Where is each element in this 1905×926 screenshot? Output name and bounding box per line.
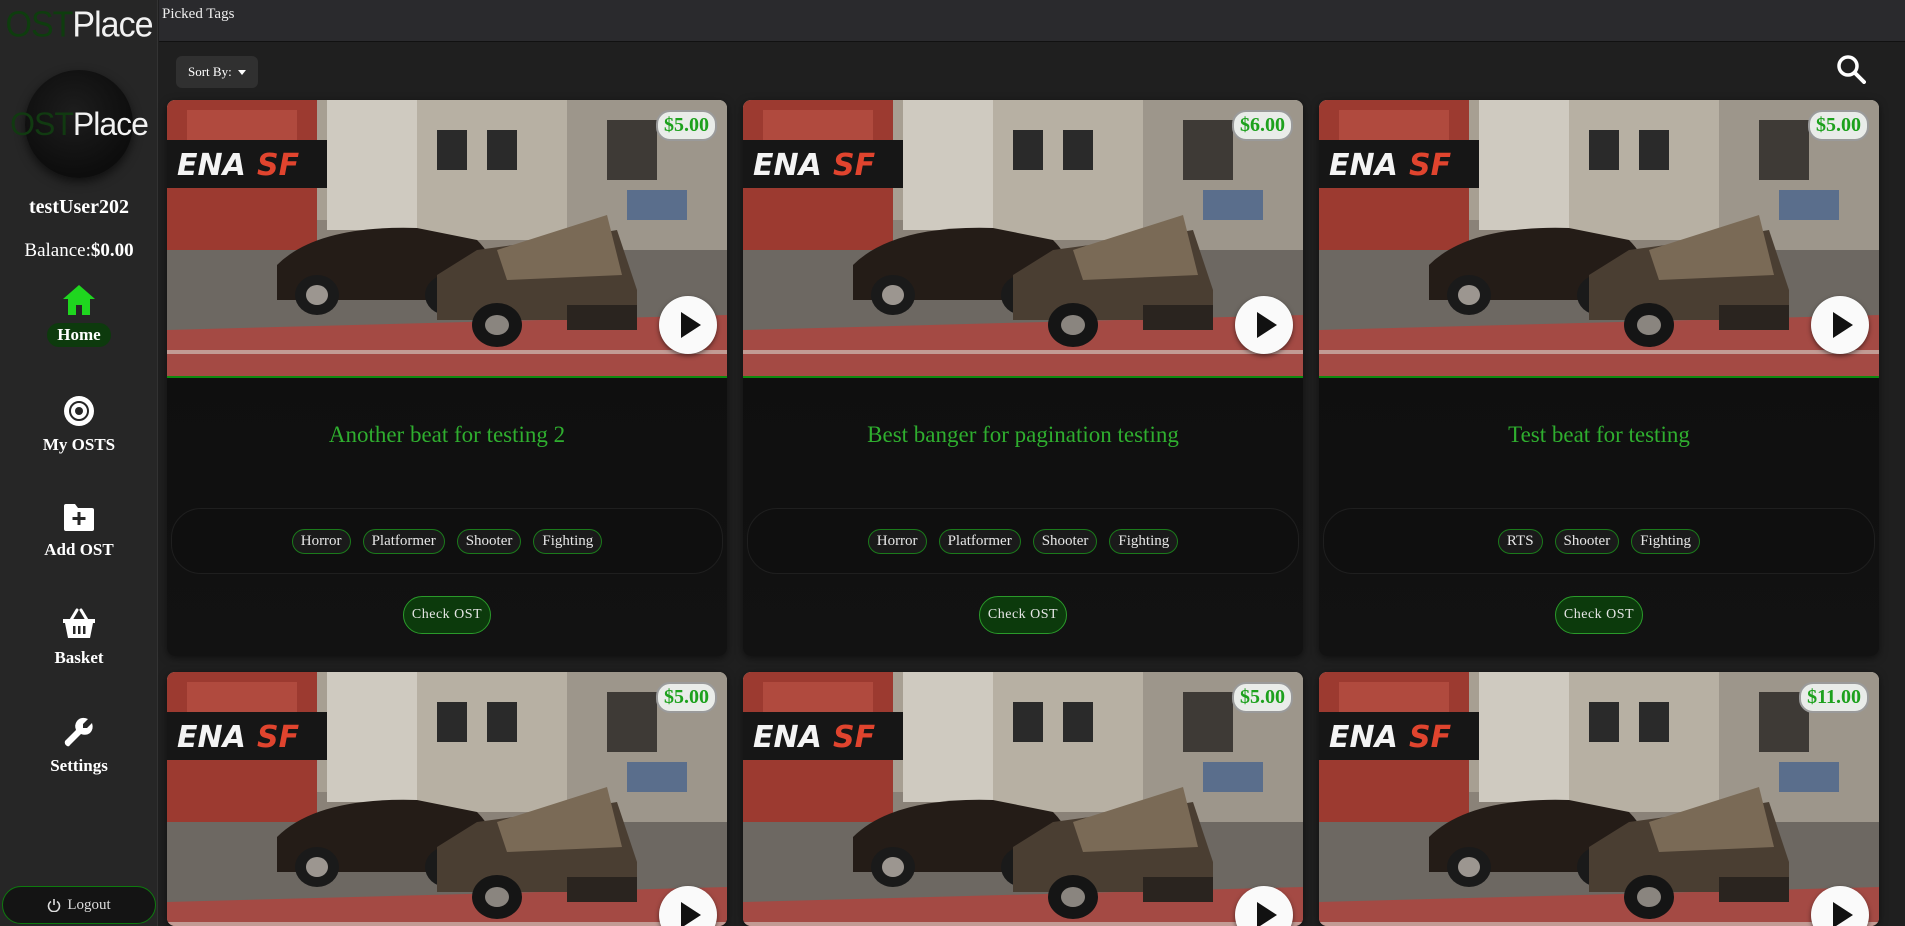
tag[interactable]: Fighting [533,528,603,554]
price-badge: $5.00 [656,110,717,141]
logout-label: Logout [67,896,111,913]
ost-card: $11.00 [1319,672,1879,926]
search-icon[interactable] [1836,54,1866,84]
username: testUser202 [29,196,129,218]
price-badge: $6.00 [1232,110,1293,141]
logout-button[interactable]: Logout [2,886,156,924]
top-bar [159,0,1905,42]
tag[interactable]: Shooter [1032,528,1098,554]
wrench-icon [64,717,93,747]
nav-item-add-ost[interactable]: Add OST [0,502,158,562]
tag[interactable]: Fighting [1631,528,1701,554]
play-icon [1256,902,1277,926]
tag-list: Horror Platformer Shooter Fighting [171,508,723,574]
picked-tags-label[interactable]: Picked Tags [162,6,234,23]
tag[interactable]: Horror [867,528,927,554]
ost-card: $5.00 [167,672,727,926]
play-icon [1832,902,1853,926]
avatar-text-part2: Place [72,105,149,142]
play-icon [680,902,701,926]
tag[interactable]: Shooter [456,528,522,554]
price-badge: $5.00 [1808,110,1869,141]
nav-item-settings[interactable]: Settings [0,716,158,778]
nav-label-basket: Basket [54,648,104,667]
balance: Balance:$0.00 [0,240,158,262]
folder-plus-icon [64,504,94,531]
ost-cover-image[interactable]: $5.00 [1319,100,1879,378]
disc-icon [64,396,94,426]
ost-cover-image[interactable]: $5.00 [167,672,727,926]
tag-list: RTS Shooter Fighting [1323,508,1875,574]
ost-title: Another beat for testing 2 [328,422,566,447]
ost-card: $5.00 Test beat for testing RTS Shooter … [1319,100,1879,656]
check-ost-button[interactable]: Check OST [979,596,1067,634]
nav-label-settings: Settings [50,756,108,775]
price-badge: $5.00 [1232,682,1293,713]
nav-item-my-osts[interactable]: My OSTS [0,395,158,457]
price-badge: $5.00 [656,682,717,713]
sort-dropdown[interactable]: Sort By: [176,56,258,88]
nav-label-my-osts: My OSTS [42,435,116,454]
ost-card: $5.00 Another beat for testing 2 Horror … [167,100,727,656]
sidebar: OSTPlace OST Place testUser202 Balance:$0… [0,0,158,926]
caret-down-icon [237,69,246,75]
tag[interactable]: RTS [1497,528,1543,554]
brand-logo-part2: Place [72,5,153,45]
check-ost-button[interactable]: Check OST [1555,596,1643,634]
basket-icon [63,608,95,638]
ost-card: $6.00 Best banger for pagination testing… [743,100,1303,656]
nav-label-add-ost: Add OST [44,540,114,559]
play-icon [1256,312,1277,338]
nav-item-basket[interactable]: Basket [0,608,158,670]
tag[interactable]: Fighting [1109,528,1179,554]
avatar[interactable]: OST Place [10,70,149,178]
tag[interactable]: Shooter [1554,528,1620,554]
tag[interactable]: Horror [291,528,351,554]
play-button[interactable] [1811,296,1869,354]
brand-logo-part1: OST [5,5,74,45]
play-button[interactable] [1235,296,1293,354]
ost-title: Best banger for pagination testing [867,422,1179,447]
tag-list: Horror Platformer Shooter Fighting [747,508,1299,574]
home-icon [63,285,95,315]
ost-cover-image[interactable]: $11.00 [1319,672,1879,926]
nav-item-home[interactable]: Home [0,283,158,347]
ost-cover-image[interactable]: $6.00 [743,100,1303,378]
avatar-text-part1: OST [10,105,74,142]
balance-label: Balance: [24,240,91,261]
play-button[interactable] [659,296,717,354]
check-ost-button[interactable]: Check OST [403,596,491,634]
play-icon [1832,312,1853,338]
ost-cover-image[interactable]: $5.00 [743,672,1303,926]
ost-cover-image[interactable]: $5.00 [167,100,727,378]
tag[interactable]: Platformer [362,528,445,554]
nav-label-home: Home [47,323,111,347]
brand-logo[interactable]: OSTPlace [0,5,158,46]
play-icon [680,312,701,338]
sort-dropdown-label: Sort By: [188,64,232,79]
balance-value: $0.00 [90,240,134,261]
ost-card: $5.00 [743,672,1303,926]
price-badge: $11.00 [1799,682,1869,713]
power-icon [48,899,61,912]
tag[interactable]: Platformer [938,528,1021,554]
ost-title: Test beat for testing [1508,422,1690,447]
